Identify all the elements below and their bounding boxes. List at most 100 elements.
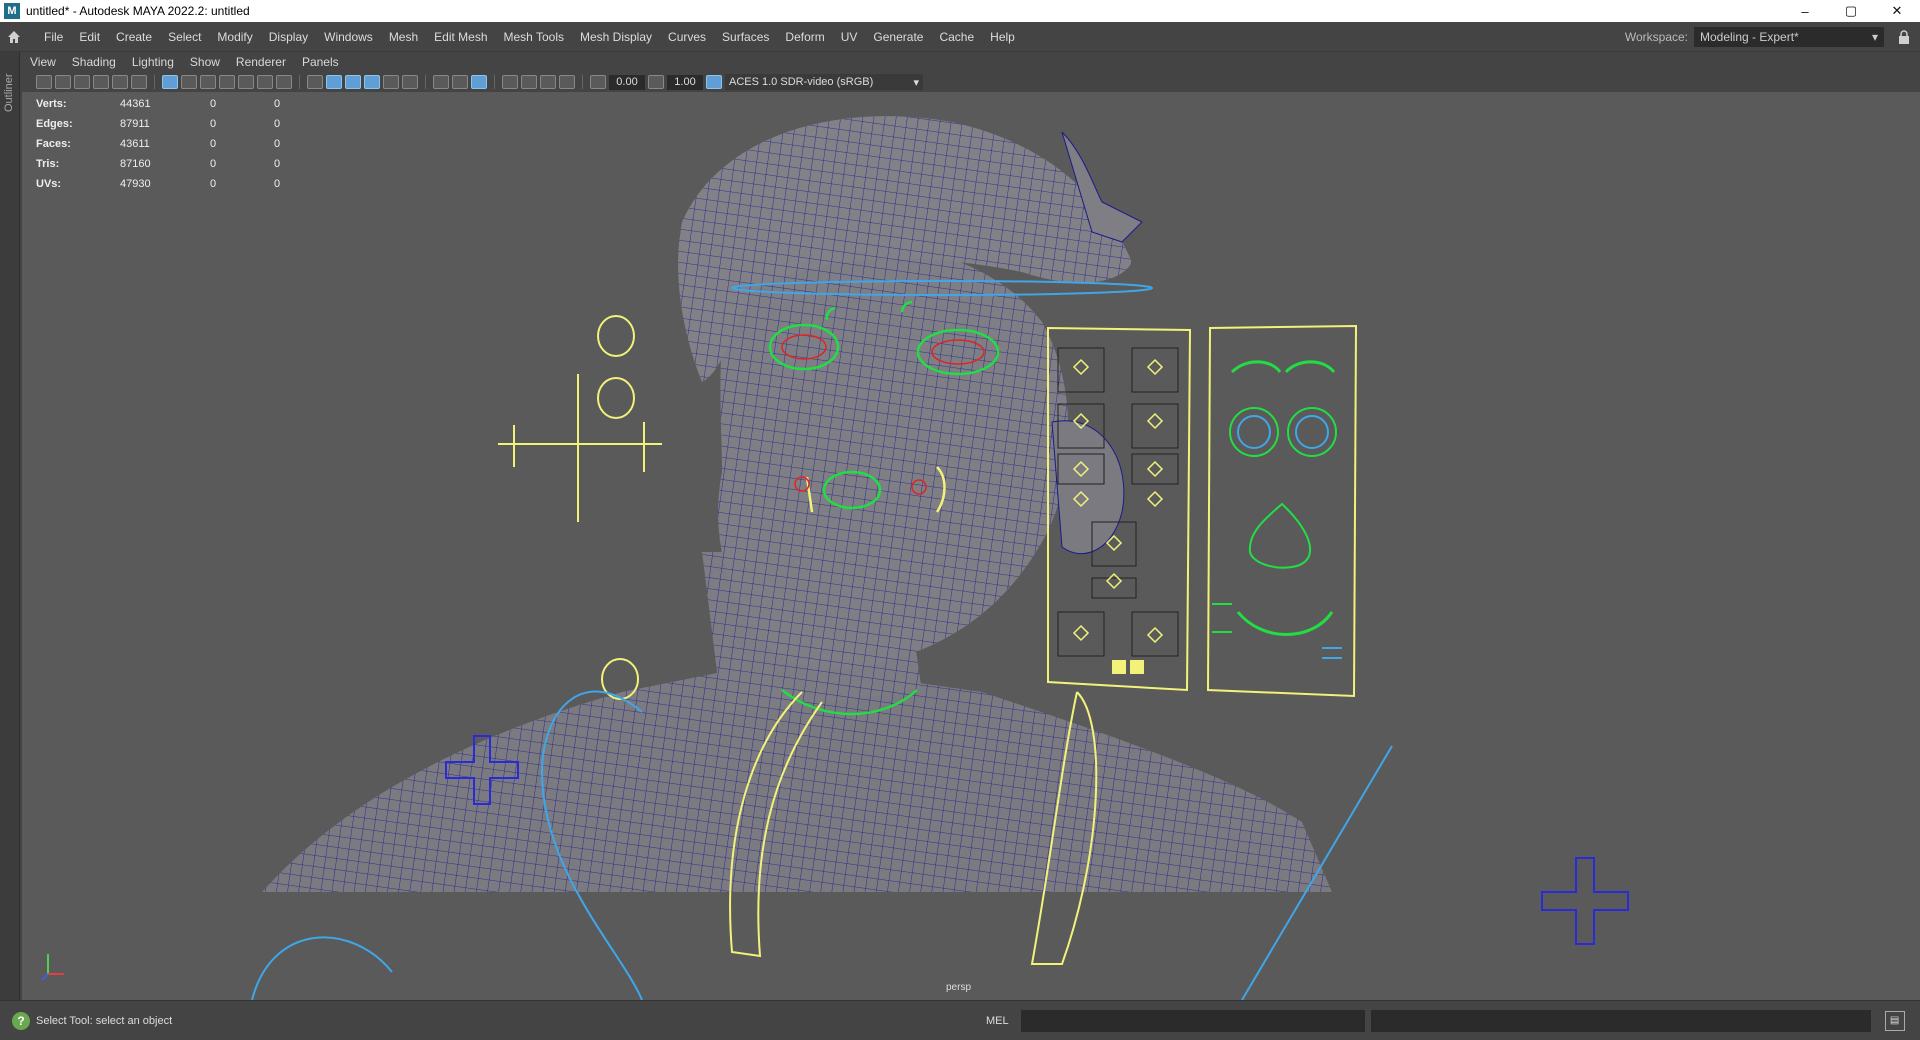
hud-label: UVs: (36, 178, 62, 190)
hud-label: Verts: (36, 98, 67, 110)
character-head-mesh[interactable] (718, 242, 1125, 670)
hud-row-faces: Faces: 43611 0 0 (36, 134, 294, 154)
perspective-viewport[interactable]: Verts: 44361 0 0 Edges: 87911 0 0 Faces:… (22, 92, 1920, 1000)
toolbar-divider (494, 75, 495, 89)
menu-create[interactable]: Create (108, 22, 160, 52)
menu-uv[interactable]: UV (833, 22, 866, 52)
xray-joints-icon[interactable] (540, 75, 556, 89)
menu-file[interactable]: File (36, 22, 71, 52)
title-bar: M untitled* - Autodesk MAYA 2022.2: unti… (0, 0, 1920, 22)
select-camera-icon[interactable] (36, 75, 52, 89)
gate-mask-icon[interactable] (219, 75, 235, 89)
menu-surfaces[interactable]: Surfaces (714, 22, 777, 52)
main-menu-bar: File Edit Create Select Modify Display W… (0, 22, 1920, 52)
help-line-bar: ? Select Tool: select an object MEL ▤ (0, 1000, 1920, 1040)
grease-pencil-icon[interactable] (131, 75, 147, 89)
hud-value: 0 (210, 118, 217, 130)
outliner-label: Outliner (3, 73, 15, 112)
panel-menu-lighting[interactable]: Lighting (124, 55, 182, 69)
hud-value: 0 (210, 98, 217, 110)
gamma-icon[interactable] (648, 75, 664, 89)
home-icon[interactable] (0, 23, 28, 51)
panel-menu-renderer[interactable]: Renderer (228, 55, 294, 69)
film-gate-icon[interactable] (181, 75, 197, 89)
color-space-dropdown[interactable]: ACES 1.0 SDR-video (sRGB) ▾ (725, 74, 923, 90)
menu-help[interactable]: Help (982, 22, 1023, 52)
menu-modify[interactable]: Modify (209, 22, 260, 52)
face-ui-panel[interactable] (1206, 324, 1358, 698)
camera-attributes-icon[interactable] (55, 75, 71, 89)
menu-curves[interactable]: Curves (660, 22, 714, 52)
menu-select[interactable]: Select (160, 22, 209, 52)
menu-mesh[interactable]: Mesh (381, 22, 426, 52)
lock-icon[interactable] (1894, 27, 1914, 47)
hud-value: 0 (210, 178, 217, 190)
hud-row-uvs: UVs: 47930 0 0 (36, 174, 294, 194)
image-plane-icon[interactable] (93, 75, 109, 89)
menu-display[interactable]: Display (261, 22, 316, 52)
panel-menu-show[interactable]: Show (182, 55, 228, 69)
resolution-gate-icon[interactable] (200, 75, 216, 89)
grid-icon[interactable] (162, 75, 178, 89)
xray-icon[interactable] (521, 75, 537, 89)
textured-icon[interactable] (364, 75, 380, 89)
workspace-dropdown[interactable]: Modeling - Expert* ▾ (1694, 26, 1884, 47)
hud-label: Edges: (36, 118, 73, 130)
xray-active-icon[interactable] (559, 75, 575, 89)
wireframe-on-shaded-icon[interactable] (345, 75, 361, 89)
toolbar-divider (154, 75, 155, 89)
hud-value: 87160 (120, 158, 151, 170)
color-management-icon[interactable] (706, 75, 722, 89)
shadows-icon[interactable] (402, 75, 418, 89)
safe-title-icon[interactable] (276, 75, 292, 89)
exposure-field[interactable]: 0.00 (609, 74, 645, 90)
isolate-select-icon[interactable] (502, 75, 518, 89)
menu-mesh-tools[interactable]: Mesh Tools (496, 22, 572, 52)
panel-menu-panels[interactable]: Panels (294, 55, 347, 69)
panel-menu-view[interactable]: View (22, 55, 64, 69)
help-line-text: Select Tool: select an object (36, 1014, 173, 1027)
toolbar-divider (299, 75, 300, 89)
menu-deform[interactable]: Deform (777, 22, 832, 52)
smooth-shade-icon[interactable] (326, 75, 342, 89)
use-all-lights-icon[interactable] (383, 75, 399, 89)
outliner-strip[interactable]: Outliner (0, 52, 20, 1000)
hud-value: 0 (274, 178, 281, 190)
workspace-value: Modeling - Expert* (1700, 29, 1799, 44)
gamma-field[interactable]: 1.00 (667, 74, 703, 90)
hud-label: Faces: (36, 138, 71, 150)
workspace-label: Workspace: (1624, 29, 1688, 44)
command-line-input[interactable] (1020, 1009, 1365, 1032)
exposure-icon[interactable] (590, 75, 606, 89)
close-button[interactable]: ✕ (1874, 0, 1920, 22)
wireframe-icon[interactable] (307, 75, 323, 89)
panel-menu-shading[interactable]: Shading (64, 55, 124, 69)
toolbar-divider (582, 75, 583, 89)
2d-pan-zoom-icon[interactable] (112, 75, 128, 89)
minimize-button[interactable]: – (1782, 0, 1828, 22)
motion-blur-icon[interactable] (452, 75, 468, 89)
hud-value: 43611 (120, 138, 150, 150)
character-torso-mesh[interactable] (262, 672, 1332, 892)
menu-generate[interactable]: Generate (865, 22, 931, 52)
hud-value: 47930 (120, 178, 151, 190)
field-chart-icon[interactable] (238, 75, 254, 89)
hud-value: 44361 (120, 98, 151, 110)
script-editor-icon[interactable]: ▤ (1884, 1010, 1905, 1031)
menu-mesh-display[interactable]: Mesh Display (572, 22, 660, 52)
safe-action-icon[interactable] (257, 75, 273, 89)
help-question-icon[interactable]: ? (12, 1011, 30, 1030)
hud-value: 0 (210, 158, 217, 170)
chevron-down-icon: ▾ (1871, 29, 1878, 44)
screen-space-ao-icon[interactable] (433, 75, 449, 89)
menu-windows[interactable]: Windows (316, 22, 381, 52)
command-language-toggle[interactable]: MEL (986, 1015, 1009, 1027)
menu-cache[interactable]: Cache (931, 22, 982, 52)
menu-edit[interactable]: Edit (71, 22, 108, 52)
scene-canvas[interactable] (22, 92, 1920, 1000)
restore-button[interactable]: ▢ (1828, 0, 1874, 22)
bookmarks-icon[interactable] (74, 75, 90, 89)
hud-value: 87911 (120, 118, 150, 130)
anti-aliasing-icon[interactable] (471, 75, 487, 89)
menu-edit-mesh[interactable]: Edit Mesh (426, 22, 495, 52)
